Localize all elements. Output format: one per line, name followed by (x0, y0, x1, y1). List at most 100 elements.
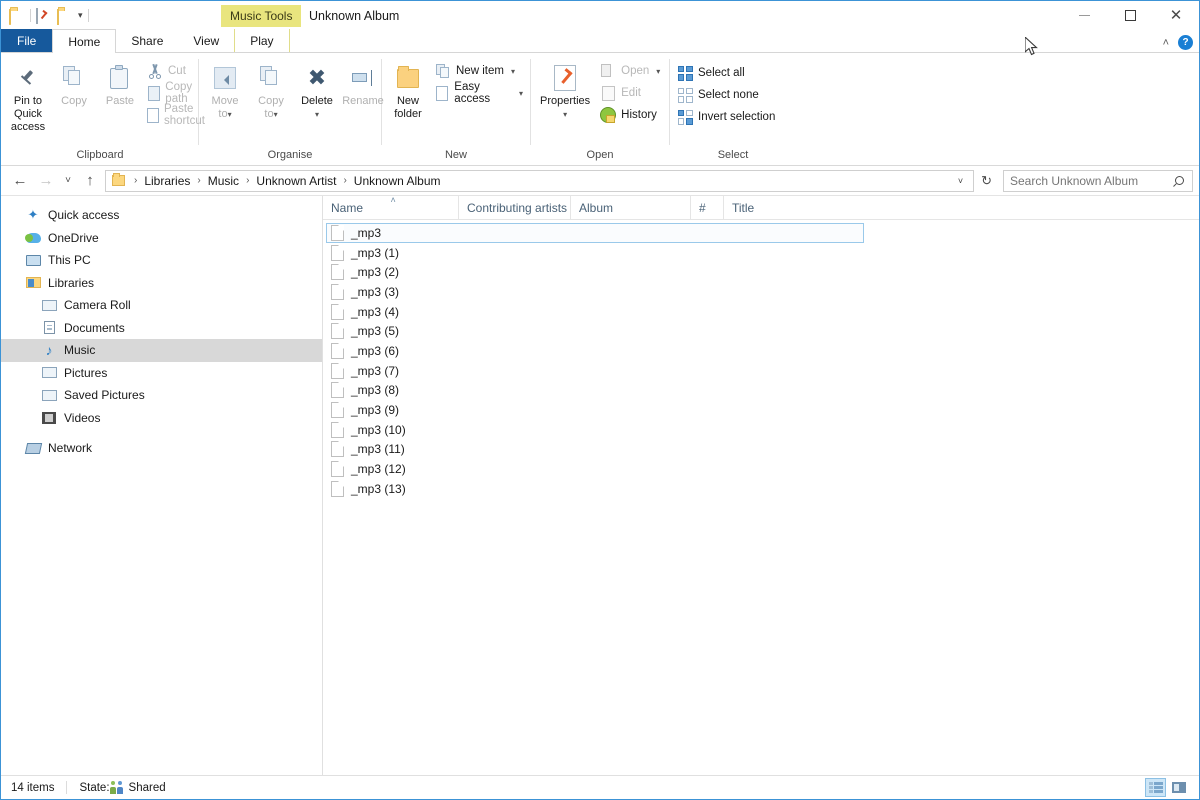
tab-file[interactable]: File (1, 29, 53, 52)
move-to-line2: to▾ (218, 108, 231, 121)
item-count: 14 items (11, 781, 55, 794)
chevron-down-icon-delete[interactable]: ▾ (315, 108, 319, 121)
breadcrumb[interactable]: › Libraries › Music › Unknown Artist › U… (105, 169, 975, 192)
open-button[interactable]: Open ▾ (596, 61, 664, 81)
sidebar-item-pictures[interactable]: Pictures (1, 362, 322, 385)
new-item-button[interactable]: New item ▾ (431, 61, 527, 81)
column-header-title[interactable]: Title (724, 196, 866, 220)
table-row[interactable]: _mp3 (12) (323, 459, 1199, 479)
scissors-icon (147, 63, 163, 79)
this-pc-icon (25, 252, 41, 268)
easy-access-button[interactable]: Easy access ▾ (431, 81, 527, 105)
chevron-down-icon-new-item[interactable]: ▾ (511, 67, 515, 76)
chevron-down-icon-address[interactable]: ˅ (952, 176, 969, 186)
sidebar-item-quick-access[interactable]: ✦ Quick access (1, 204, 322, 227)
edit-button[interactable]: Edit (596, 83, 664, 103)
table-row[interactable]: _mp3 (10) (323, 420, 1199, 440)
tab-share[interactable]: Share (116, 29, 178, 52)
breadcrumb-unknown-artist[interactable]: Unknown Artist (254, 174, 338, 188)
up-button[interactable]: ↑ (77, 168, 103, 194)
table-row[interactable]: _mp3 (8) (323, 381, 1199, 401)
chevron-down-icon-easy-access[interactable]: ▾ (519, 89, 523, 98)
move-to-button[interactable]: Move to▾ (202, 59, 248, 123)
search-input[interactable]: Search Unknown Album (1003, 169, 1193, 192)
crumb-sep-3[interactable]: › (338, 175, 351, 186)
column-header-name[interactable]: ˄ Name (323, 195, 459, 220)
sidebar-item-network[interactable]: Network (1, 437, 322, 460)
invert-selection-button[interactable]: Invert selection (673, 107, 779, 127)
sidebar-item-music[interactable]: ♪ Music (1, 339, 322, 362)
customize-caret-icon[interactable]: ▾ (78, 11, 83, 20)
new-folder-icon[interactable] (57, 8, 73, 25)
delete-button[interactable]: ✖ Delete ▾ (294, 59, 340, 123)
paste-button[interactable]: Paste (97, 59, 143, 110)
videos-icon (41, 410, 57, 426)
breadcrumb-libraries[interactable]: Libraries (142, 174, 192, 188)
tab-view[interactable]: View (178, 29, 234, 52)
select-none-button[interactable]: Select none (673, 85, 779, 105)
table-row[interactable]: _mp3 (326, 223, 864, 243)
folder-icon[interactable] (9, 8, 25, 25)
copy-to-button[interactable]: Copy to▾ (248, 59, 294, 123)
table-row[interactable]: _mp3 (2) (323, 262, 1199, 282)
sidebar-item-documents[interactable]: Documents (1, 317, 322, 340)
breadcrumb-unknown-album[interactable]: Unknown Album (352, 174, 443, 188)
table-row[interactable]: _mp3 (4) (323, 302, 1199, 322)
sidebar-item-this-pc[interactable]: This PC (1, 249, 322, 272)
sidebar-item-videos[interactable]: Videos (1, 407, 322, 430)
table-row[interactable]: _mp3 (3) (323, 282, 1199, 302)
breadcrumb-music[interactable]: Music (206, 174, 241, 188)
table-row[interactable]: _mp3 (7) (323, 361, 1199, 381)
column-header-track-number[interactable]: # (691, 195, 724, 220)
table-row[interactable]: _mp3 (9) (323, 400, 1199, 420)
chevron-up-icon[interactable]: ˄ (1163, 37, 1169, 49)
refresh-button[interactable]: ↻ (974, 173, 999, 189)
column-header-contributing-artists[interactable]: Contributing artists (459, 195, 571, 220)
new-folder-button[interactable]: New folder (385, 59, 431, 123)
help-icon[interactable]: ? (1178, 35, 1193, 50)
file-icon (331, 461, 344, 478)
copy-button[interactable]: Copy (51, 59, 97, 110)
sidebar-item-onedrive[interactable]: OneDrive (1, 227, 322, 250)
sidebar-item-saved-pictures[interactable]: Saved Pictures (1, 384, 322, 407)
properties-icon (554, 61, 577, 95)
minimize-button[interactable] (1061, 1, 1107, 30)
select-small-buttons: Select all Select none Invert selection (673, 59, 779, 127)
maximize-button[interactable] (1107, 1, 1153, 30)
new-folder-line2: folder (394, 108, 422, 120)
file-name: _mp3 (7) (351, 363, 400, 378)
ribbon: Pin to Quick access Copy Paste Cut Copy … (1, 53, 1199, 166)
table-row[interactable]: _mp3 (11) (323, 440, 1199, 460)
ribbon-separator-3 (530, 59, 531, 145)
crumb-sep-1[interactable]: › (192, 175, 205, 186)
crumb-sep-2[interactable]: › (241, 175, 254, 186)
select-all-button[interactable]: Select all (673, 63, 779, 83)
close-button[interactable]: ✕ (1153, 1, 1199, 30)
history-button[interactable]: History (596, 105, 664, 125)
new-folder-icon (397, 61, 419, 95)
tab-home[interactable]: Home (52, 29, 117, 53)
recent-locations-button[interactable]: ˅ (59, 168, 77, 194)
table-row[interactable]: _mp3 (1) (323, 243, 1199, 263)
column-header-album[interactable]: Album (571, 195, 691, 220)
table-row[interactable]: _mp3 (5) (323, 321, 1199, 341)
pin-to-quick-access-button[interactable]: Pin to Quick access (5, 59, 51, 136)
properties-icon[interactable] (36, 7, 52, 24)
table-row[interactable]: _mp3 (13) (323, 479, 1199, 499)
properties-button[interactable]: Properties ▾ (534, 59, 596, 123)
back-button[interactable]: ← (7, 168, 33, 194)
chevron-down-icon-open[interactable]: ▾ (656, 67, 660, 76)
group-label-clipboard: Clipboard (76, 149, 124, 161)
quick-access-toolbar: ▾ (1, 1, 89, 30)
chevron-down-icon-properties[interactable]: ▾ (563, 108, 567, 121)
forward-button[interactable]: → (33, 168, 59, 194)
rename-button[interactable]: Rename (340, 59, 386, 110)
column-header-row: ˄ Name Contributing artists Album # Titl… (323, 195, 1199, 220)
details-view-button[interactable] (1145, 778, 1166, 797)
sidebar-item-camera-roll[interactable]: Camera Roll (1, 294, 322, 317)
group-label-select: Select (717, 149, 749, 161)
sidebar-item-libraries[interactable]: Libraries (1, 272, 322, 295)
table-row[interactable]: _mp3 (6) (323, 341, 1199, 361)
large-icons-view-button[interactable] (1168, 778, 1189, 797)
tab-play[interactable]: Play (234, 29, 290, 52)
